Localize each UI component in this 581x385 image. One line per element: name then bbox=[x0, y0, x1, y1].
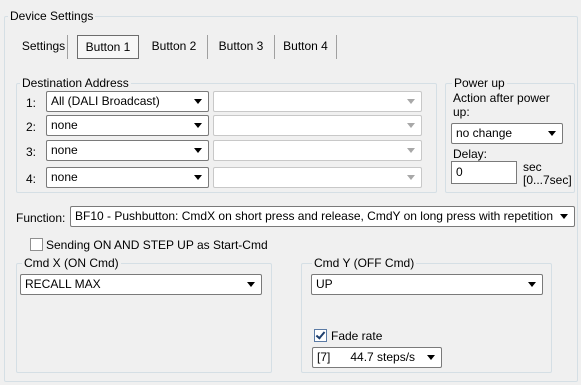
tab-button-4[interactable]: Button 4 bbox=[275, 35, 337, 59]
power-up-action-select[interactable]: no change bbox=[451, 123, 563, 144]
destination-4-secondary-select[interactable] bbox=[213, 167, 422, 188]
fade-rate-value: [7] 44.7 steps/s bbox=[317, 350, 416, 364]
cmd-x-value: RECALL MAX bbox=[25, 277, 101, 291]
destination-4-value: none bbox=[51, 170, 78, 184]
chevron-down-icon bbox=[247, 282, 255, 287]
start-cmd-label: Sending ON AND STEP UP as Start-Cmd bbox=[46, 238, 268, 252]
chevron-down-icon bbox=[194, 175, 202, 180]
chevron-down-icon bbox=[407, 123, 415, 128]
tab-button-1-label: Button 1 bbox=[85, 40, 131, 54]
cmd-y-title: Cmd Y (OFF Cmd) bbox=[312, 256, 417, 270]
chevron-down-icon bbox=[407, 99, 415, 104]
tab-button-1[interactable]: Button 1 bbox=[77, 35, 139, 59]
destination-2-secondary-select[interactable] bbox=[213, 115, 422, 136]
delay-range: [0...7sec] bbox=[523, 173, 572, 187]
destination-row-3-index: 3: bbox=[26, 145, 37, 159]
tab-settings-label: Settings bbox=[21, 39, 66, 53]
destination-row-4-index: 4: bbox=[26, 172, 37, 186]
destination-2-value: none bbox=[51, 118, 78, 132]
power-up-title: Power up bbox=[452, 76, 507, 90]
destination-row-1-index: 1: bbox=[26, 96, 37, 110]
fade-rate-label: Fade rate bbox=[331, 329, 383, 343]
destination-4-select[interactable]: none bbox=[46, 167, 209, 188]
delay-unit: sec bbox=[523, 160, 542, 174]
fade-rate-checkbox[interactable] bbox=[314, 329, 327, 342]
tab-button-3-label: Button 3 bbox=[218, 39, 264, 53]
tab-button-4-label: Button 4 bbox=[283, 39, 328, 53]
destination-3-select[interactable]: none bbox=[46, 140, 209, 161]
destination-row-2-index: 2: bbox=[26, 120, 37, 134]
destination-address-title: Destination Address bbox=[20, 76, 131, 90]
destination-1-select[interactable]: All (DALI Broadcast) bbox=[46, 91, 209, 112]
chevron-down-icon bbox=[407, 175, 415, 180]
chevron-down-icon bbox=[194, 148, 202, 153]
fade-rate-select[interactable]: [7] 44.7 steps/s bbox=[312, 347, 442, 368]
function-label: Function: bbox=[16, 211, 66, 225]
chevron-down-icon bbox=[194, 99, 202, 104]
destination-2-select[interactable]: none bbox=[46, 115, 209, 136]
tab-button-3[interactable]: Button 3 bbox=[208, 35, 275, 59]
destination-3-secondary-select[interactable] bbox=[213, 140, 422, 161]
device-settings-title: Device Settings bbox=[8, 9, 96, 23]
action-after-power-up-label: Action after power up: bbox=[453, 91, 550, 119]
destination-1-secondary-select[interactable] bbox=[213, 91, 422, 112]
start-cmd-checkbox[interactable] bbox=[30, 238, 43, 251]
tab-button-2-label: Button 2 bbox=[151, 39, 197, 53]
cmd-y-value: UP bbox=[316, 277, 333, 291]
chevron-down-icon bbox=[548, 131, 556, 136]
destination-1-value: All (DALI Broadcast) bbox=[51, 94, 160, 108]
power-up-action-value: no change bbox=[456, 126, 513, 140]
tab-settings[interactable]: Settings bbox=[20, 35, 68, 59]
chevron-down-icon bbox=[427, 355, 435, 360]
destination-3-value: none bbox=[51, 143, 78, 157]
delay-input[interactable]: 0 bbox=[451, 161, 517, 184]
chevron-down-icon bbox=[194, 123, 202, 128]
checkmark-icon bbox=[315, 329, 326, 340]
cmd-x-title: Cmd X (ON Cmd) bbox=[22, 256, 121, 270]
delay-label: Delay: bbox=[453, 147, 488, 161]
cmd-y-select[interactable]: UP bbox=[311, 274, 543, 295]
function-value: BF10 - Pushbutton: CmdX on short press a… bbox=[75, 209, 554, 223]
chevron-down-icon bbox=[560, 214, 568, 219]
chevron-down-icon bbox=[407, 148, 415, 153]
function-select[interactable]: BF10 - Pushbutton: CmdX on short press a… bbox=[70, 206, 575, 227]
tab-button-2[interactable]: Button 2 bbox=[141, 35, 208, 59]
chevron-down-icon bbox=[528, 282, 536, 287]
cmd-x-select[interactable]: RECALL MAX bbox=[20, 274, 262, 295]
